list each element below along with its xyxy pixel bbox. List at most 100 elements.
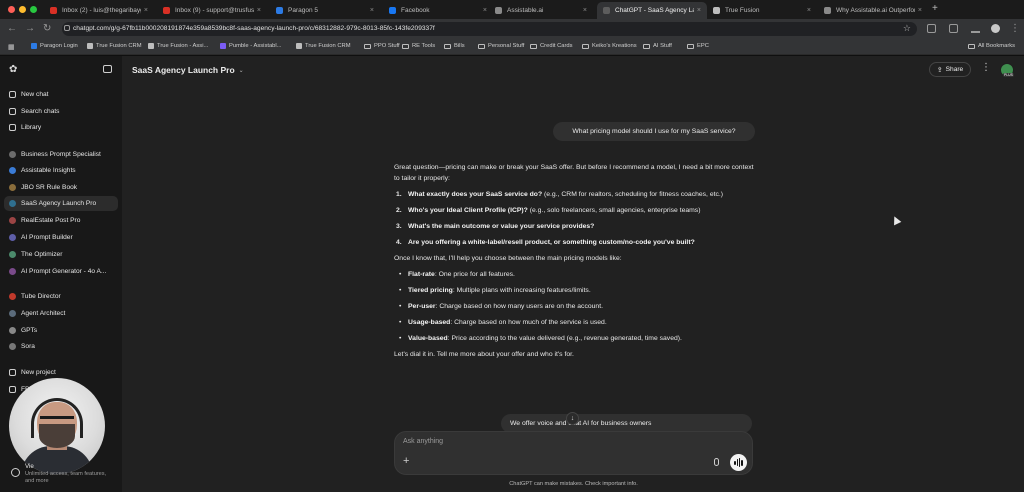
bookmark-item[interactable]: EPC bbox=[687, 43, 709, 49]
minimize-window-icon[interactable] bbox=[19, 6, 26, 13]
folder-icon bbox=[478, 43, 485, 49]
bookmark-item[interactable]: RE Tools bbox=[402, 43, 435, 49]
browser-tab[interactable]: Inbox (9) - support@trusfusi × bbox=[157, 2, 267, 19]
share-button[interactable]: ⇪ Share bbox=[929, 62, 971, 77]
bookmark-item[interactable]: Bills bbox=[444, 43, 465, 49]
sidebar-item[interactable]: Library bbox=[4, 120, 118, 135]
sidebar-item[interactable]: GPTs bbox=[4, 323, 118, 338]
sidebar-item[interactable]: AI Prompt Generator - 4o A... bbox=[4, 264, 118, 279]
browser-tab-strip: Inbox (2) - luis@thegaribaygr × Inbox (9) … bbox=[0, 0, 1024, 19]
sidebar-item[interactable]: Business Prompt Specialist bbox=[4, 147, 118, 162]
close-tab-icon[interactable]: × bbox=[697, 7, 701, 14]
question-item: 4. Are you offering a white-label/resell … bbox=[394, 237, 754, 248]
site-favicon-icon bbox=[87, 43, 93, 49]
sidebar-item-label: Tube Director bbox=[21, 293, 61, 300]
close-tab-icon[interactable]: × bbox=[918, 7, 922, 14]
library-icon bbox=[9, 124, 16, 131]
pricing-model-item: Tiered pricing: Multiple plans with incr… bbox=[394, 285, 754, 296]
sidebar-item-label: Search chats bbox=[21, 108, 60, 115]
sidebar-item-label: RealEstate Post Pro bbox=[21, 217, 81, 224]
grid-icon bbox=[9, 327, 16, 334]
gpt-avatar-icon bbox=[9, 184, 16, 191]
bookmark-item[interactable]: Credit Cards bbox=[530, 43, 573, 49]
user-message-text: What pricing model should I use for my S… bbox=[572, 128, 736, 135]
gpt-avatar-icon bbox=[9, 293, 16, 300]
sidebar-item-label: Sora bbox=[21, 343, 35, 350]
close-tab-icon[interactable]: × bbox=[257, 7, 261, 14]
avatar[interactable]: PLUS bbox=[1000, 63, 1014, 77]
sidebar-item[interactable]: Assistable Insights bbox=[4, 163, 118, 178]
close-tab-icon[interactable]: × bbox=[483, 7, 487, 14]
scroll-down-icon[interactable]: ↓ bbox=[566, 412, 579, 425]
tab-label: Inbox (9) - support@trusfusi bbox=[175, 7, 254, 14]
pricing-model-item: Usage-based: Charge based on how much of… bbox=[394, 317, 754, 328]
browser-tab[interactable]: ChatGPT - SaaS Agency Lau × bbox=[597, 2, 707, 19]
page-title: SaaS Agency Launch Pro bbox=[132, 65, 235, 75]
sidebar-item[interactable]: AI Prompt Builder bbox=[4, 230, 118, 245]
new-tab-icon[interactable]: + bbox=[932, 3, 938, 14]
site-favicon-icon bbox=[220, 43, 226, 49]
sidebar-item[interactable]: JBO SR Rule Book bbox=[4, 180, 118, 195]
bookmark-item[interactable]: True Fusion CRM bbox=[296, 43, 351, 49]
gpt-avatar-icon bbox=[9, 268, 16, 275]
sidebar-item[interactable]: Tube Director bbox=[4, 289, 118, 304]
browser-tab[interactable]: Facebook × bbox=[383, 2, 493, 19]
folder-icon bbox=[643, 43, 650, 49]
browser-tab[interactable]: Assistable.ai × bbox=[489, 2, 593, 19]
browser-menu-icon[interactable]: ⋮ bbox=[1010, 23, 1020, 35]
toggle-sidebar-icon[interactable] bbox=[103, 65, 112, 73]
bookmark-label: EPC bbox=[697, 43, 709, 49]
browser-tab[interactable]: Paragon 5 × bbox=[270, 2, 380, 19]
browser-tab[interactable]: True Fusion × bbox=[707, 2, 817, 19]
profile-icon[interactable] bbox=[991, 24, 1000, 33]
upgrade-plan[interactable]: Vie Unlimited access, team features, and… bbox=[4, 459, 118, 489]
sidebar-item-label: JBO SR Rule Book bbox=[21, 184, 78, 191]
bookmark-item[interactable]: Personal Stuff bbox=[478, 43, 524, 49]
downloads-icon[interactable] bbox=[971, 24, 980, 33]
more-options-icon[interactable]: ⋮ bbox=[981, 62, 991, 73]
bookmark-item[interactable]: AI Stuff bbox=[643, 43, 672, 49]
apps-grid-icon[interactable]: ▦ bbox=[8, 43, 15, 51]
tab-label: True Fusion bbox=[725, 7, 760, 14]
forward-icon[interactable]: → bbox=[25, 23, 35, 35]
all-bookmarks[interactable]: All Bookmarks bbox=[968, 43, 1015, 49]
bookmark-star-icon[interactable]: ☆ bbox=[903, 23, 911, 34]
reload-icon[interactable]: ↻ bbox=[43, 23, 51, 35]
voice-mode-button[interactable] bbox=[730, 454, 747, 471]
pricing-model-desc: : Price according to the value delivered… bbox=[447, 335, 682, 342]
address-bar[interactable]: chatgpt.com/g/g-67fb11b000208191874e359a… bbox=[62, 22, 917, 36]
bookmark-item[interactable]: Pumble - Assistabl... bbox=[220, 43, 282, 49]
bookmark-item[interactable]: Keiko's Kreations bbox=[582, 43, 637, 49]
gpt-model-selector[interactable]: SaaS Agency Launch Pro ⌄ bbox=[132, 65, 244, 75]
maximize-window-icon[interactable] bbox=[30, 6, 37, 13]
sidebar-item[interactable]: RealEstate Post Pro bbox=[4, 213, 118, 228]
chatgpt-icon bbox=[603, 7, 610, 14]
bookmark-item[interactable]: PPO Stuff bbox=[364, 43, 400, 49]
microphone-icon[interactable] bbox=[714, 458, 719, 466]
sidebar-item[interactable]: Sora bbox=[4, 339, 118, 354]
close-window-icon[interactable] bbox=[8, 6, 15, 13]
message-input[interactable]: Ask anything bbox=[403, 438, 443, 445]
site-info-icon[interactable] bbox=[64, 25, 70, 31]
disclaimer: ChatGPT can make mistakes. Check importa… bbox=[509, 481, 638, 487]
close-tab-icon[interactable]: × bbox=[807, 7, 811, 14]
bookmark-item[interactable]: True Fusion - Assi... bbox=[148, 43, 208, 49]
sidebar-item[interactable]: Search chats bbox=[4, 104, 118, 119]
close-tab-icon[interactable]: × bbox=[583, 7, 587, 14]
sidebar-item[interactable]: New chat bbox=[4, 87, 118, 102]
back-icon[interactable]: ← bbox=[7, 23, 17, 35]
bookmark-item[interactable]: True Fusion CRM bbox=[87, 43, 142, 49]
attach-plus-icon[interactable]: + bbox=[403, 455, 409, 467]
pricing-model-name: Usage-based bbox=[408, 319, 451, 326]
extension-icon[interactable] bbox=[927, 24, 936, 33]
browser-tab[interactable]: Inbox (2) - luis@thegaribaygr × bbox=[44, 2, 154, 19]
sidebar-item[interactable]: The Optimizer bbox=[4, 247, 118, 262]
chatgpt-logo-icon[interactable]: ✿ bbox=[9, 64, 17, 75]
close-tab-icon[interactable]: × bbox=[144, 7, 148, 14]
sidebar-item[interactable]: SaaS Agency Launch Pro bbox=[4, 196, 118, 211]
sidepanel-icon[interactable] bbox=[949, 24, 958, 33]
sidebar-item[interactable]: Agent Architect bbox=[4, 306, 118, 321]
close-tab-icon[interactable]: × bbox=[370, 7, 374, 14]
bookmark-item[interactable]: Paragon Login bbox=[31, 43, 78, 49]
browser-tab[interactable]: Why Assistable.ai Outperfor × bbox=[818, 2, 928, 19]
